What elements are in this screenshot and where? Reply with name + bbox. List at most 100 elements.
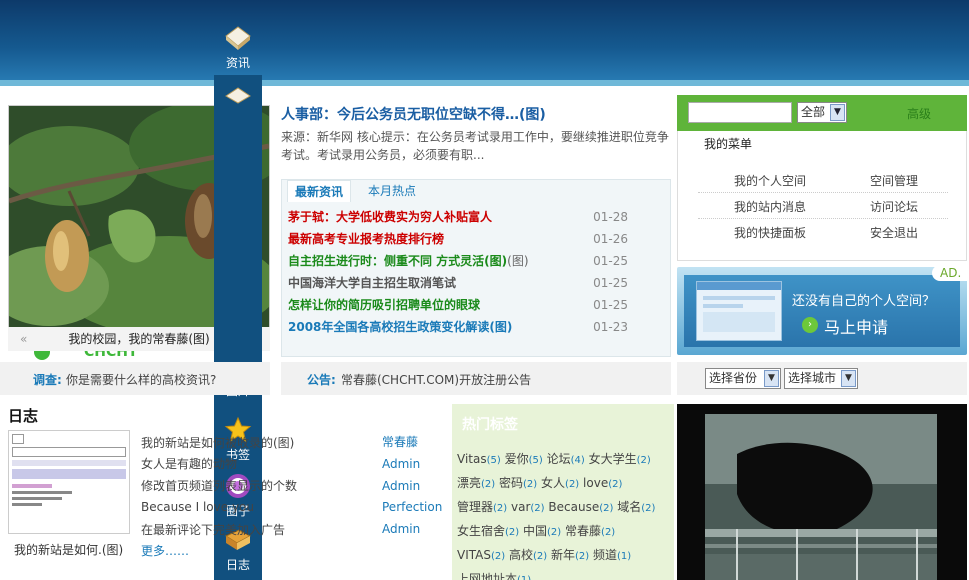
tag-count: (1) (617, 551, 632, 562)
blog-thumbnail[interactable] (8, 430, 130, 534)
blog-post-title[interactable]: 我的新站是如何被收录的(图) (141, 434, 294, 451)
user-menu: 我的菜单 我的个人空间 空间管理 我的站内消息 访问论坛 我的快捷面板 安全退出 (677, 131, 967, 261)
tag-row: VITAS(2) 高校(2) 新年(2) 频道(1) (457, 544, 671, 568)
menu-title: 我的菜单 (704, 137, 753, 151)
tag-count: (2) (523, 479, 538, 490)
tag-link[interactable]: Because (548, 500, 599, 514)
news-item[interactable]: 茅于轼：大学低收费实为穷人补贴富人 01-28 (288, 206, 664, 228)
book-icon (225, 26, 251, 50)
notice-label: 公告: (307, 373, 336, 387)
blog-thumb-caption[interactable]: 我的新站是如何.(图) (14, 541, 123, 558)
news-item-suffix[interactable]: (图) (507, 254, 528, 268)
menu-divider (698, 218, 948, 219)
chevron-down-icon[interactable]: ▼ (830, 104, 845, 121)
menu-link-messages[interactable]: 我的站内消息 (734, 198, 806, 215)
news-item-title[interactable]: 茅于轼：大学低收费实为穷人补贴富人 (288, 210, 492, 224)
news-item-title[interactable]: 最新高考专业报考热度排行榜 (288, 232, 444, 246)
news-item-title[interactable]: 中国海洋大学自主招生取消笔试 (288, 276, 456, 290)
blog-post-author[interactable]: Admin (382, 522, 420, 536)
tag-link[interactable]: 上网地址本 (457, 572, 517, 580)
chevron-down-icon[interactable]: ▼ (764, 370, 779, 387)
menu-link-logout[interactable]: 安全退出 (870, 224, 918, 241)
tag-count: (2) (505, 527, 520, 538)
news-item[interactable]: 2008年全国各高校招生政策变化解读(图) 01-23 (288, 316, 664, 338)
advanced-search-link[interactable]: 高级 (907, 105, 931, 122)
news-item-title[interactable]: 2008年全国各高校招生政策变化解读(图) (288, 320, 512, 334)
survey-label: 调查: (33, 373, 62, 387)
tag-link[interactable]: 中国 (523, 524, 547, 538)
tab-monthly-hot[interactable]: 本月热点 (362, 180, 422, 202)
tag-link[interactable]: 漂亮 (457, 476, 481, 490)
blog-more-link[interactable]: 更多…… (141, 542, 189, 559)
tag-count: (2) (608, 479, 623, 490)
news-item-date: 01-25 (593, 298, 628, 312)
tag-count: (5) (528, 455, 543, 466)
tag-row: 上网地址本(1) (457, 568, 671, 580)
tag-count: (2) (641, 503, 656, 514)
blog-post-title[interactable]: 女人是有趣的动物 (141, 455, 237, 472)
tag-link[interactable]: 密码 (499, 476, 523, 490)
header-banner (0, 0, 969, 86)
tag-link[interactable]: 高校 (509, 548, 533, 562)
tag-link[interactable]: 新年 (551, 548, 575, 562)
survey-link[interactable]: 你是需要什么样的高校资讯? (66, 371, 216, 388)
tag-count: (2) (599, 503, 614, 514)
tag-link[interactable]: var (511, 500, 530, 514)
nav-item-book[interactable] (214, 86, 262, 104)
tag-count: (2) (575, 551, 590, 562)
tag-link[interactable]: love (583, 476, 608, 490)
tag-link[interactable]: Vitas (457, 452, 487, 466)
blog-post-title[interactable]: 修改首页频道列表显示的个数 (141, 477, 297, 494)
tag-count: (1) (517, 575, 531, 580)
menu-link-personal-space[interactable]: 我的个人空间 (734, 172, 806, 189)
hero-caption[interactable]: 我的校园，我的常春藤(图) (68, 332, 209, 346)
blog-post-author[interactable]: Perfection (382, 500, 442, 514)
tag-link[interactable]: 爱你 (505, 452, 529, 466)
blog-post-author[interactable]: Admin (382, 479, 420, 493)
ad-badge: AD. (932, 265, 968, 281)
news-item[interactable]: 怎样让你的简历吸引招聘单位的眼球 01-25 (288, 294, 664, 316)
tag-count: (5) (486, 455, 501, 466)
nav-item-news[interactable]: 资讯 (214, 24, 262, 71)
tag-count: (2) (481, 479, 496, 490)
tag-link[interactable]: 频道 (593, 548, 617, 562)
headline-summary: 来源：新华网 核心提示：在公务员考试录用工作中，要继续推进职位竞争考试。考试录用… (281, 130, 669, 162)
header-strip (0, 80, 969, 86)
hero-prev-button[interactable]: « (20, 327, 27, 351)
news-item-title[interactable]: 怎样让你的简历吸引招聘单位的眼球 (288, 298, 480, 312)
menu-link-space-manage[interactable]: 空间管理 (870, 172, 918, 189)
search-input[interactable] (688, 102, 792, 123)
tab-latest-news[interactable]: 最新资讯 (287, 180, 351, 202)
menu-link-quick-panel[interactable]: 我的快捷面板 (734, 224, 806, 241)
blog-post-author[interactable]: 常春藤 (382, 433, 418, 450)
menu-link-forum[interactable]: 访问论坛 (870, 198, 918, 215)
promo-apply-link[interactable]: 马上申请 (824, 314, 888, 338)
news-item-title[interactable]: 自主招生进行时：侧重不同 方式灵活(图) (288, 254, 507, 268)
tag-link[interactable]: 女大学生 (589, 452, 637, 466)
tag-count: (4) (570, 455, 585, 466)
chevron-down-icon[interactable]: ▼ (841, 370, 856, 387)
tag-link[interactable]: 论坛 (547, 452, 571, 466)
tag-link[interactable]: VITAS (457, 548, 491, 562)
blog-post-title[interactable]: 在最新评论下完美加入广告 (141, 521, 285, 538)
news-item[interactable]: 最新高考专业报考热度排行榜 01-26 (288, 228, 664, 250)
news-item[interactable]: 中国海洋大学自主招生取消笔试 01-25 (288, 272, 664, 294)
tag-count: (2) (565, 479, 580, 490)
city-select[interactable]: 选择城市 ▼ (784, 368, 858, 389)
province-select[interactable]: 选择省份 ▼ (705, 368, 781, 389)
blog-post-author[interactable]: Admin (382, 457, 420, 471)
tag-link[interactable]: 管理器 (457, 500, 493, 514)
video-player[interactable] (677, 404, 967, 580)
tag-link[interactable]: 常春藤 (565, 524, 601, 538)
search-category-select[interactable]: 全部 ▼ (797, 102, 847, 123)
blog-post-title[interactable]: Because I love you (141, 500, 254, 514)
headline-title[interactable]: 人事部：今后公务员无职位空缺不得…(图) (281, 104, 671, 124)
city-value: 选择城市 (788, 371, 837, 385)
tag-link[interactable]: 女人 (541, 476, 565, 490)
tag-link[interactable]: 女生宿舍 (457, 524, 505, 538)
tag-link[interactable]: 域名 (617, 500, 641, 514)
notice-link[interactable]: 常春藤(CHCHT.COM)开放注册公告 (341, 371, 531, 388)
menu-divider (698, 192, 948, 193)
notice-bar: 公告: 常春藤(CHCHT.COM)开放注册公告 (281, 362, 671, 395)
news-item[interactable]: 自主招生进行时：侧重不同 方式灵活(图)(图) 01-25 (288, 250, 664, 272)
